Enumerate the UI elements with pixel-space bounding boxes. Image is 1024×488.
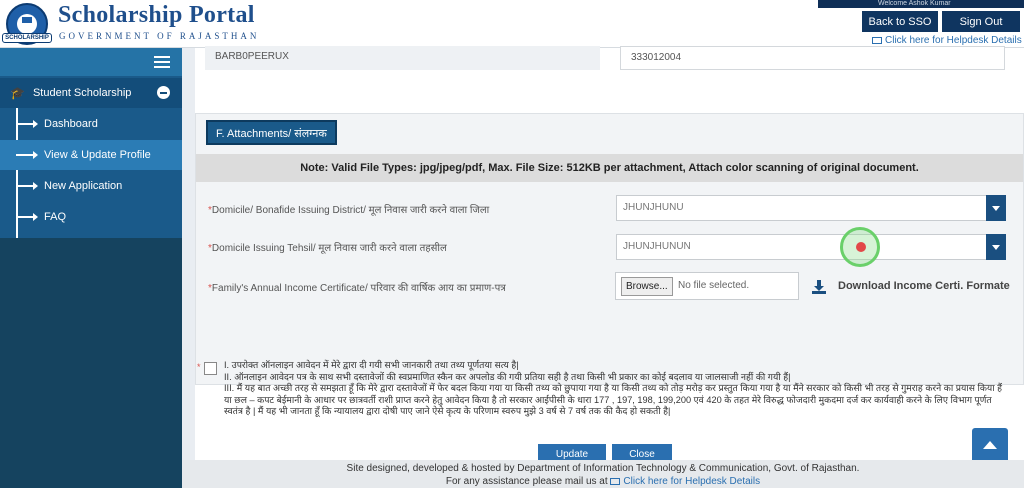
sidebar-item-label: Dashboard <box>44 118 98 130</box>
declaration-required-marker: * <box>197 362 201 372</box>
graduation-cap-icon: 🎓 <box>10 86 25 100</box>
declaration-text: I. उपरोक्त ऑनलाइन आवेदन में मेरे द्वारा … <box>224 360 1004 418</box>
sidebar-item-label: FAQ <box>44 211 67 223</box>
sidebar-item-view-update-profile[interactable]: View & Update Profile <box>0 140 182 170</box>
sidebar: 🎓 Student Scholarship Dashboard View & U… <box>0 48 182 488</box>
ifsc-code-field: BARB0PEERUX <box>205 46 600 70</box>
domicile-tehsil-select[interactable]: JHUNJHUNUN <box>616 234 1006 260</box>
arrow-right-icon <box>16 213 38 221</box>
footer-helpdesk-link[interactable]: Click here for Helpdesk Details <box>623 476 760 487</box>
sidebar-toggle-bar <box>0 48 182 76</box>
download-icon[interactable] <box>812 280 826 294</box>
file-type-note: Note: Valid File Types: jpg/jpeg/pdf, Ma… <box>196 154 1023 182</box>
arrow-right-icon <box>16 151 38 159</box>
collapse-minus-icon[interactable] <box>157 86 170 99</box>
back-to-sso-button[interactable]: Back to SSO <box>862 11 938 32</box>
domicile-tehsil-label: *Domicile Issuing Tehsil/ मूल निवास जारी… <box>208 243 447 254</box>
scroll-to-top-button[interactable] <box>972 428 1008 464</box>
graduation-cap-icon <box>22 17 32 23</box>
seal-ribbon-text: SCHOLARSHIP <box>2 33 52 43</box>
sidebar-empty-area <box>0 238 182 488</box>
domicile-district-label: *Domicile/ Bonafide Issuing District/ मू… <box>208 205 490 216</box>
sidebar-item-new-application[interactable]: New Application <box>0 171 182 201</box>
header: SCHOLARSHIP Scholarship Portal GOVERNMEN… <box>0 0 1024 48</box>
file-status-text: No file selected. <box>678 280 750 291</box>
helpdesk-link-top[interactable]: Click here for Helpdesk Details <box>872 35 1022 46</box>
domicile-district-value: JHUNJHUNU <box>623 202 684 213</box>
footer-credits: Site designed, developed & hosted by Dep… <box>346 463 860 474</box>
declaration-line-1: I. उपरोक्त ऑनलाइन आवेदन में मेरे द्वारा … <box>224 360 519 370</box>
arrow-right-icon <box>16 120 38 128</box>
declaration-checkbox[interactable] <box>204 362 217 375</box>
footer-assistance: For any assistance please mail us at Cli… <box>445 476 761 487</box>
sidebar-item-label: View & Update Profile <box>44 149 151 161</box>
sign-out-button[interactable]: Sign Out <box>942 11 1020 32</box>
browse-button[interactable]: Browse... <box>621 277 673 296</box>
attachments-section: F. Attachments/ संलग्नक Note: Valid File… <box>195 113 1024 385</box>
click-dot <box>856 242 866 252</box>
income-certificate-label: *Family's Annual Income Certificate/ परि… <box>208 283 506 294</box>
helpdesk-link-text[interactable]: Click here for Helpdesk Details <box>885 35 1022 46</box>
sidebar-item-faq[interactable]: FAQ <box>0 202 182 232</box>
sidebar-item-dashboard[interactable]: Dashboard <box>0 109 182 139</box>
portal-title: Scholarship Portal <box>58 2 255 28</box>
click-indicator <box>840 227 880 267</box>
sidebar-group-student-scholarship[interactable]: 🎓 Student Scholarship <box>0 78 182 108</box>
declaration-line-3: III. मैं यह बात अच्छी तरह से समझता हूँ क… <box>224 383 1003 416</box>
arrow-right-icon <box>16 182 38 190</box>
domicile-tehsil-value: JHUNJHUNUN <box>623 241 691 252</box>
domicile-district-select[interactable]: JHUNJHUNU <box>616 195 1006 221</box>
download-income-certificate-link[interactable]: Download Income Certi. Formate <box>838 280 1010 292</box>
attachments-section-title: F. Attachments/ संलग्नक <box>206 120 337 145</box>
chevron-down-icon[interactable] <box>986 195 1006 221</box>
footer: Site designed, developed & hosted by Dep… <box>182 460 1024 488</box>
pin-code-field[interactable]: 333012004 <box>620 46 1005 70</box>
envelope-icon <box>872 36 882 44</box>
hamburger-menu-icon[interactable] <box>154 56 170 68</box>
sidebar-item-label: New Application <box>44 180 123 192</box>
portal-subtitle: GOVERNMENT OF RAJASTHAN <box>59 31 260 41</box>
income-certificate-file-input[interactable]: Browse... No file selected. <box>615 272 799 300</box>
declaration-line-2: II. ऑनलाइन आवेदन पत्र के साथ सभी दस्तावे… <box>224 371 791 382</box>
chevron-down-icon[interactable] <box>986 234 1006 260</box>
sidebar-group-label: Student Scholarship <box>32 87 132 99</box>
welcome-text: Welcome Ashok Kumar <box>818 0 1024 8</box>
envelope-icon <box>610 477 621 485</box>
